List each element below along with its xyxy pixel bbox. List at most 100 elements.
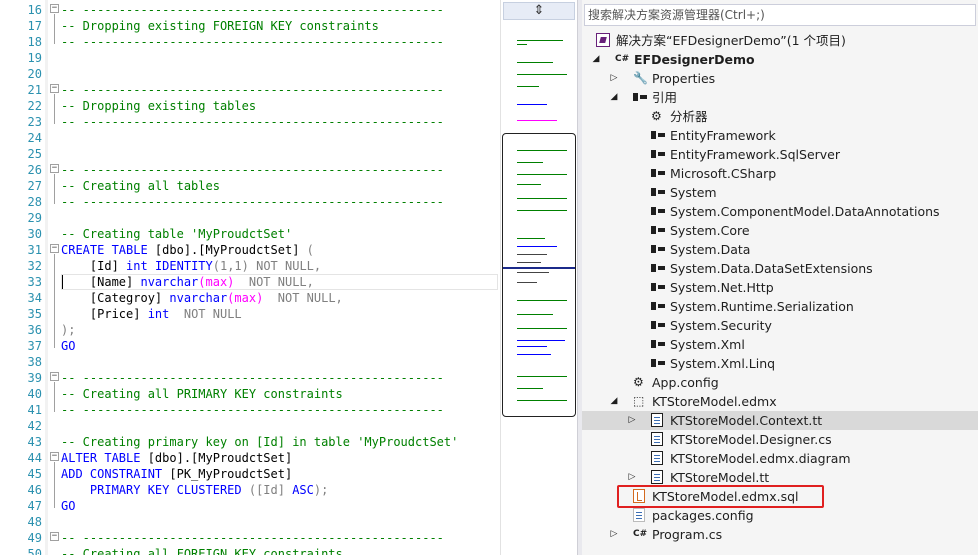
minimap-scrollbar[interactable]: ⇕ xyxy=(500,0,577,555)
tree-item-reference[interactable]: System.Xml xyxy=(582,335,978,354)
tree-item-label: Properties xyxy=(652,71,716,86)
collapsed-arrow-icon[interactable]: ▷ xyxy=(608,69,620,88)
code-line-31: CREATE TABLE [dbo].[MyProudctSet] ( xyxy=(61,242,314,258)
tree-item-reference[interactable]: EntityFramework.SqlServer xyxy=(582,145,978,164)
minimap-line xyxy=(517,40,563,41)
expand-arrow-icon[interactable]: ◢ xyxy=(608,392,620,411)
tree-item-reference[interactable]: System.Net.Http xyxy=(582,278,978,297)
fold-toggle[interactable]: − xyxy=(50,164,59,173)
fold-toggle[interactable]: − xyxy=(50,532,59,541)
code-line-26: -- -------------------------------------… xyxy=(61,163,444,177)
code-area[interactable]: -- -------------------------------------… xyxy=(61,0,500,555)
tree-item-diagram[interactable]: KTStoreModel.edmx.diagram xyxy=(582,449,978,468)
tree-item-reference[interactable]: System.Security xyxy=(582,316,978,335)
tree-item-context-tt[interactable]: ▷ KTStoreModel.Context.tt xyxy=(582,411,978,430)
line-number: 38 xyxy=(27,355,42,369)
tree-item-properties[interactable]: ▷ 🔧 Properties xyxy=(582,69,978,88)
tree-item-label: System.Data.DataSetExtensions xyxy=(670,261,873,276)
tree-item-label: System.Security xyxy=(670,318,772,333)
tree-item-analyzer[interactable]: ⚙ 分析器 xyxy=(582,107,978,126)
template-file-icon xyxy=(651,470,663,484)
sql-type: int xyxy=(126,259,148,273)
line-number: 19 xyxy=(27,51,42,65)
minimap-viewport[interactable] xyxy=(502,133,576,417)
search-input[interactable] xyxy=(588,6,968,24)
code-line-41: -- -------------------------------------… xyxy=(61,403,444,417)
solution-icon xyxy=(596,33,610,47)
fold-toggle[interactable]: − xyxy=(50,452,59,461)
code-line-50: -- Creating all FOREIGN KEY constraints xyxy=(61,547,343,555)
annotation-highlight-box xyxy=(617,485,824,508)
fold-guide xyxy=(54,94,55,124)
tree-item-reference[interactable]: System.Data xyxy=(582,240,978,259)
code-line-22: -- Dropping existing tables xyxy=(61,99,257,113)
tree-item-edmx[interactable]: ◢ ⬚ KTStoreModel.edmx xyxy=(582,392,978,411)
sql-text: [Price] xyxy=(61,307,148,321)
line-number: 43 xyxy=(27,435,42,449)
fold-guide xyxy=(54,174,55,204)
code-line-44: ALTER TABLE [dbo].[MyProudctSet] xyxy=(61,450,292,466)
tree-item-label: Program.cs xyxy=(652,527,723,542)
fold-toggle[interactable]: − xyxy=(50,244,59,253)
tree-item-program-cs[interactable]: ▷ C# Program.cs xyxy=(582,525,978,544)
tree-item-reference[interactable]: EntityFramework xyxy=(582,126,978,145)
tree-item-label: EFDesignerDemo xyxy=(634,52,755,67)
tree-item-reference[interactable]: System.Data.DataSetExtensions xyxy=(582,259,978,278)
tree-item-label: 分析器 xyxy=(670,109,708,124)
code-editor[interactable]: 16 17 18 19 20 21 22 23 24 25 26 27 28 29 30 31 32 33 34 35… xyxy=(0,0,500,555)
minimap-caret-marker xyxy=(503,267,575,269)
line-number: 23 xyxy=(27,115,42,129)
split-editor-button[interactable]: ⇕ xyxy=(503,2,575,20)
line-number: 49 xyxy=(27,531,42,545)
code-line-34: [Categroy] nvarchar(max) NOT NULL, xyxy=(61,290,343,306)
tree-item-label: System.Data xyxy=(670,242,751,257)
reference-icon xyxy=(651,264,665,272)
expand-arrow-icon[interactable]: ◢ xyxy=(590,50,602,69)
fold-guide xyxy=(54,462,55,508)
reference-icon xyxy=(651,188,665,196)
fold-toggle[interactable]: − xyxy=(50,4,59,13)
sql-paren: ); xyxy=(313,483,329,497)
code-line-23: -- -------------------------------------… xyxy=(61,115,444,129)
tree-item-reference[interactable]: System.Xml.Linq xyxy=(582,354,978,373)
line-number: 25 xyxy=(27,147,42,161)
collapsed-arrow-icon[interactable]: ▷ xyxy=(626,411,638,430)
collapsed-arrow-icon[interactable]: ▷ xyxy=(608,525,620,544)
line-number: 26 xyxy=(27,163,42,177)
tree-item-reference[interactable]: System.Core xyxy=(582,221,978,240)
line-number: 50 xyxy=(27,547,42,555)
tree-item-designer-cs[interactable]: KTStoreModel.Designer.cs xyxy=(582,430,978,449)
code-line-21: -- -------------------------------------… xyxy=(61,83,444,97)
tree-item-label: System xyxy=(670,185,717,200)
tree-item-label: KTStoreModel.edmx xyxy=(652,394,777,409)
tree-item-reference[interactable]: System.ComponentModel.DataAnnotations xyxy=(582,202,978,221)
code-line-17: -- Dropping existing FOREIGN KEY constra… xyxy=(61,19,379,33)
tree-item-solution[interactable]: 解决方案“EFDesignerDemo”(1 个项目) xyxy=(582,31,978,50)
tree-item-reference[interactable]: System.Runtime.Serialization xyxy=(582,297,978,316)
code-line-30: -- Creating table 'MyProudctSet' xyxy=(61,227,293,241)
tree-item-references[interactable]: ◢ 引用 xyxy=(582,88,978,107)
tree-item-app-config[interactable]: ⚙ App.config xyxy=(582,373,978,392)
code-line-47: GO xyxy=(61,499,76,513)
tree-item-label: EntityFramework.SqlServer xyxy=(670,147,840,162)
search-box[interactable] xyxy=(584,4,976,26)
fold-toggle[interactable]: − xyxy=(50,372,59,381)
tree-item-reference[interactable]: System xyxy=(582,183,978,202)
tree-item-label: System.Xml xyxy=(670,337,745,352)
fold-toggle[interactable]: − xyxy=(50,84,59,93)
reference-icon xyxy=(651,302,665,310)
reference-icon xyxy=(651,321,665,329)
fold-guide xyxy=(54,14,55,44)
tree-item-packages-config[interactable]: packages.config xyxy=(582,506,978,525)
reference-icon xyxy=(651,245,665,253)
tree-item-reference[interactable]: Microsoft.CSharp xyxy=(582,164,978,183)
line-number: 24 xyxy=(27,131,42,145)
tree-item-project[interactable]: ◢ C# EFDesignerDemo xyxy=(582,50,978,69)
reference-icon xyxy=(633,93,647,101)
sql-max: (max) xyxy=(227,291,264,305)
line-number: 47 xyxy=(27,499,42,513)
sql-notnull: NOT NULL, xyxy=(234,275,314,289)
sql-text: [dbo].[MyProudctSet] xyxy=(147,243,307,257)
sql-keyword: ADD CONSTRAINT xyxy=(61,467,163,481)
expand-arrow-icon[interactable]: ◢ xyxy=(608,88,620,107)
